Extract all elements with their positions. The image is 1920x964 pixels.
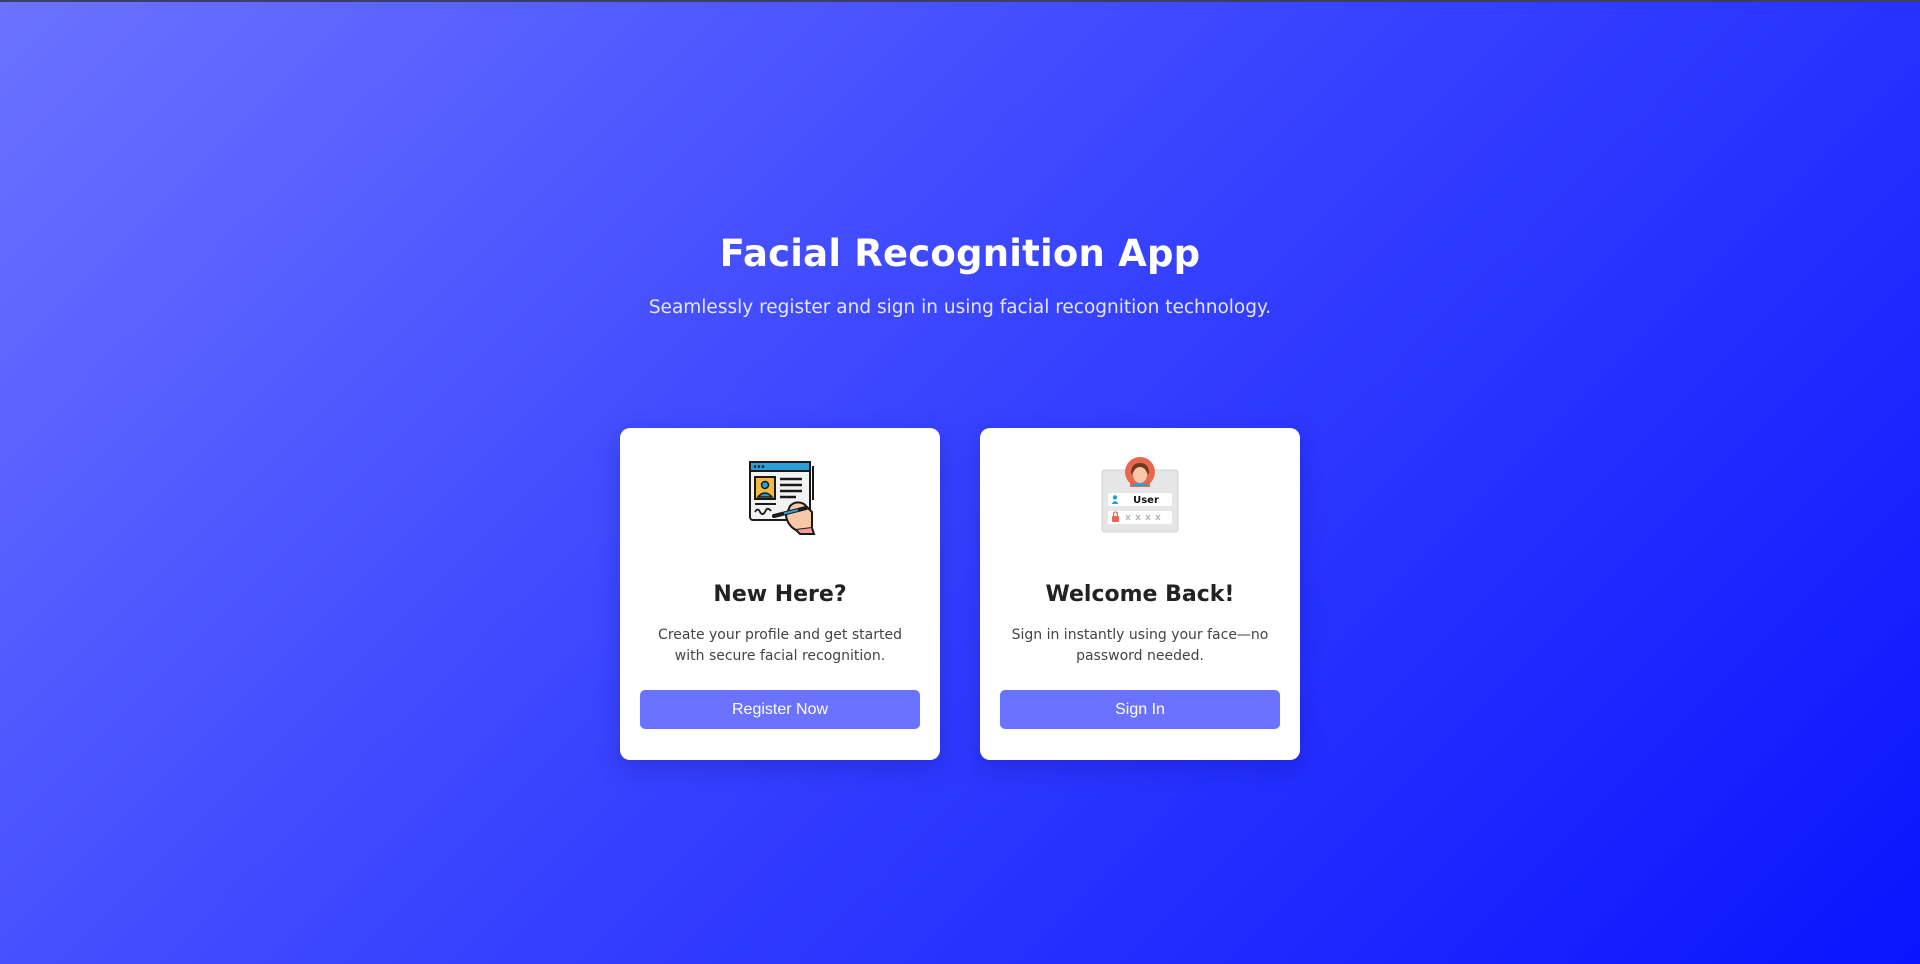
sign-in-button[interactable]: Sign In xyxy=(1000,690,1280,729)
sign-in-card-description: Sign in instantly using your face—no pas… xyxy=(1011,627,1269,664)
sign-in-card-heading: Welcome Back! xyxy=(1045,582,1235,607)
registration-form-icon xyxy=(740,456,820,536)
register-now-button[interactable]: Register Now xyxy=(640,690,920,729)
user-login-icon: User xyxy=(1100,456,1180,536)
svg-text:User: User xyxy=(1133,495,1159,506)
hero-section: Facial Recognition App Seamlessly regist… xyxy=(0,232,1920,318)
card-row: New Here? Create your profile and get st… xyxy=(620,428,1300,760)
page-subtitle: Seamlessly register and sign in using fa… xyxy=(648,297,1272,318)
sign-in-card: User Welcome Back! Sign in instantly usi… xyxy=(980,428,1300,760)
window-top-border xyxy=(0,0,1920,2)
register-card-heading: New Here? xyxy=(713,582,847,607)
register-card-description: Create your profile and get started with… xyxy=(658,627,902,664)
page-title: Facial Recognition App xyxy=(719,232,1201,275)
register-card: New Here? Create your profile and get st… xyxy=(620,428,940,760)
